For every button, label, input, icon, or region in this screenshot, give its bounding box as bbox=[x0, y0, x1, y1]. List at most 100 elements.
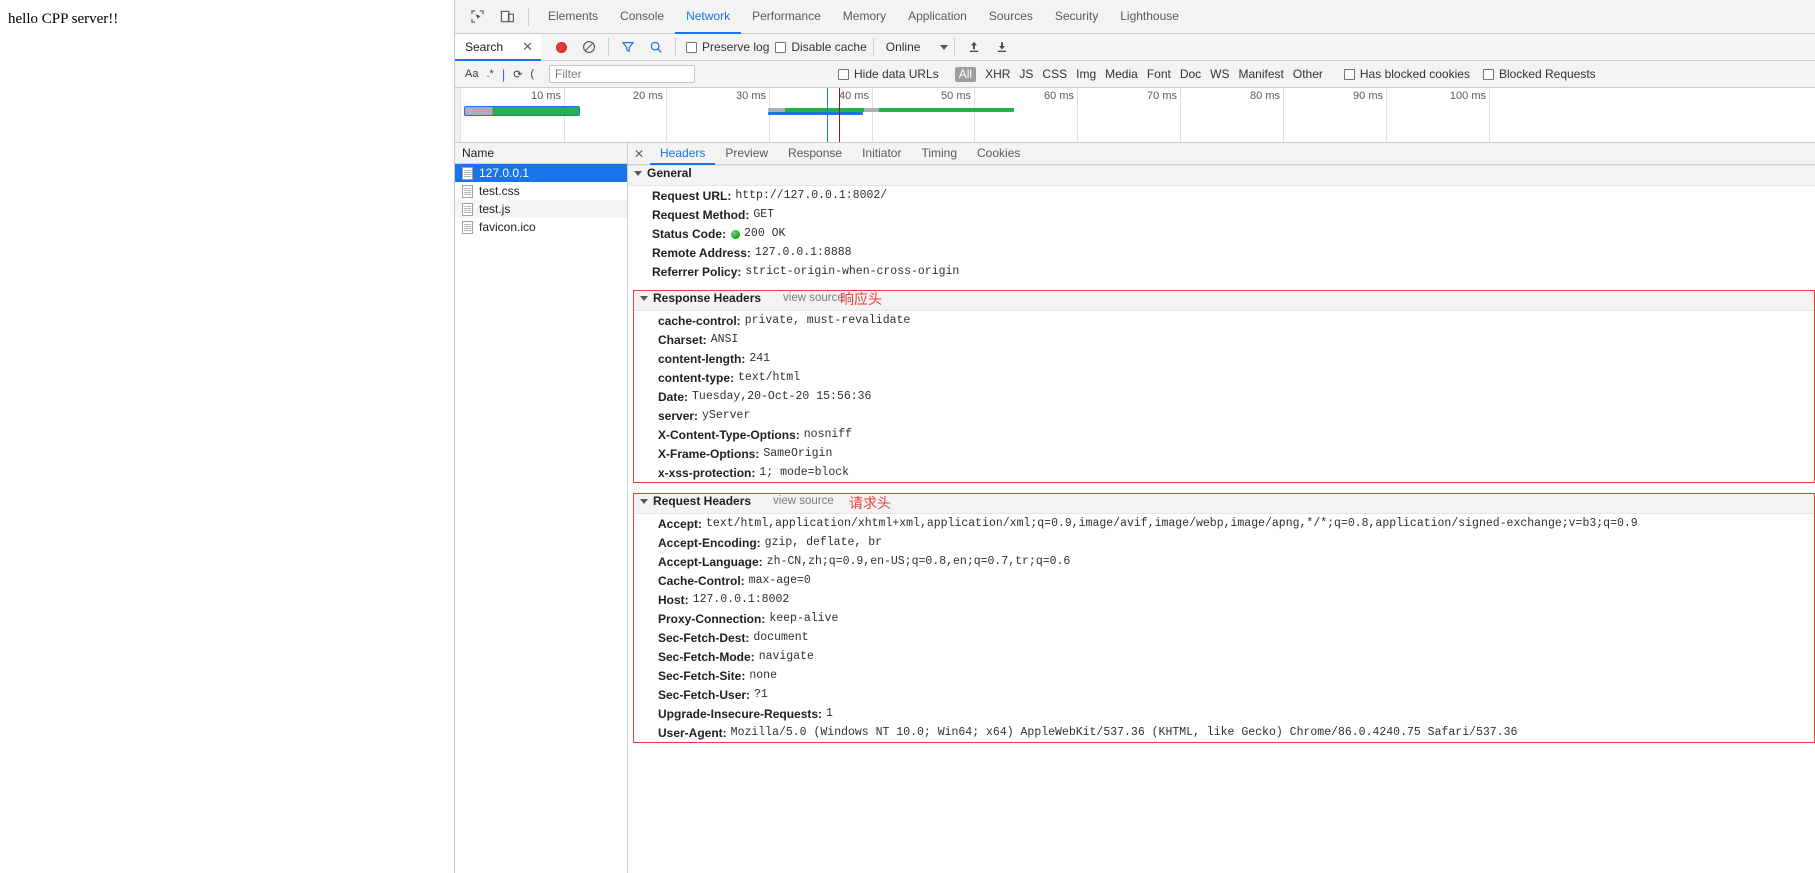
filter-type-font[interactable]: Font bbox=[1147, 67, 1171, 81]
tab-headers[interactable]: Headers bbox=[650, 143, 716, 165]
header-row: cache-control: private, must-revalidate bbox=[634, 311, 1814, 330]
view-source-link[interactable]: view source bbox=[783, 292, 844, 304]
match-case-icon[interactable]: Aa bbox=[465, 68, 478, 80]
filter-type-img[interactable]: Img bbox=[1076, 67, 1096, 81]
header-key: Cache-Control: bbox=[658, 573, 745, 588]
table-row[interactable]: favicon.ico bbox=[455, 218, 627, 236]
filter-type-all[interactable]: All bbox=[954, 66, 977, 82]
hide-data-urls-checkbox[interactable]: Hide data URLs bbox=[838, 67, 939, 81]
section-response-headers-title[interactable]: Response Headers view source 响应头 bbox=[634, 291, 1814, 311]
hide-data-urls-label: Hide data URLs bbox=[854, 67, 939, 81]
checkbox-box bbox=[1343, 68, 1355, 80]
inspect-element-icon[interactable] bbox=[464, 4, 490, 30]
header-key: Sec-Fetch-Mode: bbox=[658, 649, 755, 664]
table-row[interactable]: test.js bbox=[455, 200, 627, 218]
view-source-link[interactable]: view source bbox=[773, 495, 834, 507]
network-overview[interactable]: 10 ms 20 ms 30 ms 40 ms 50 ms 60 ms 70 m… bbox=[455, 88, 1815, 143]
section-request-headers-title[interactable]: Request Headers view source 请求头 bbox=[634, 494, 1814, 514]
filter-type-other[interactable]: Other bbox=[1293, 67, 1323, 81]
header-value[interactable]: http://127.0.0.1:8002/ bbox=[735, 189, 887, 202]
clear-button[interactable] bbox=[576, 34, 602, 60]
section-general-title[interactable]: General bbox=[628, 165, 1815, 186]
section-request-headers: Request Headers view source 请求头 Accept: … bbox=[633, 493, 1815, 743]
refresh-icon[interactable]: ⟳ bbox=[513, 68, 522, 81]
header-value: 1 bbox=[826, 707, 833, 720]
header-key: Accept-Encoding: bbox=[658, 535, 761, 550]
toolbar-divider-3 bbox=[675, 38, 676, 56]
tab-application[interactable]: Application bbox=[897, 0, 978, 34]
header-key: Accept-Language: bbox=[658, 554, 763, 569]
tab-timing[interactable]: Timing bbox=[911, 143, 967, 165]
header-row: User-Agent: Mozilla/5.0 (Windows NT 10.0… bbox=[634, 723, 1814, 742]
header-key: Proxy-Connection: bbox=[658, 611, 766, 626]
filter-type-xhr[interactable]: XHR bbox=[985, 67, 1010, 81]
tab-sources[interactable]: Sources bbox=[978, 0, 1044, 34]
tab-preview[interactable]: Preview bbox=[715, 143, 778, 165]
has-blocked-cookies-checkbox[interactable]: Has blocked cookies bbox=[1343, 67, 1470, 81]
request-name: favicon.ico bbox=[479, 220, 536, 234]
filter-type-doc[interactable]: Doc bbox=[1180, 67, 1201, 81]
header-key: User-Agent: bbox=[658, 725, 727, 740]
filter-type-manifest[interactable]: Manifest bbox=[1239, 67, 1284, 81]
header-value: text/html,application/xhtml+xml,applicat… bbox=[706, 517, 1638, 530]
blocked-requests-checkbox[interactable]: Blocked Requests bbox=[1482, 67, 1596, 81]
tab-performance[interactable]: Performance bbox=[741, 0, 832, 34]
header-value: 200 OK bbox=[744, 227, 786, 240]
filter-type-media[interactable]: Media bbox=[1105, 67, 1138, 81]
header-key: Sec-Fetch-User: bbox=[658, 687, 751, 702]
header-value: gzip, deflate, br bbox=[764, 536, 882, 549]
close-detail-icon[interactable]: ✕ bbox=[628, 143, 650, 164]
filter-type-css[interactable]: CSS bbox=[1042, 67, 1067, 81]
stylesheet-icon bbox=[462, 184, 473, 198]
export-har-button[interactable] bbox=[989, 34, 1015, 60]
overview-canvas[interactable]: 10 ms 20 ms 30 ms 40 ms 50 ms 60 ms 70 m… bbox=[461, 88, 1815, 142]
throttling-dropdown[interactable]: Online bbox=[886, 40, 949, 54]
overview-tick-label: 50 ms bbox=[941, 90, 971, 102]
document-icon bbox=[462, 166, 473, 180]
web-page-viewport: hello CPP server!! bbox=[0, 0, 455, 873]
header-value: Mozilla/5.0 (Windows NT 10.0; Win64; x64… bbox=[730, 726, 1518, 739]
device-toolbar-icon[interactable] bbox=[494, 4, 520, 30]
checkbox-box bbox=[838, 68, 849, 80]
annotation-response-headers: 响应头 bbox=[840, 292, 882, 308]
more-icon[interactable]: ( bbox=[530, 68, 534, 80]
toolbar-divider-5 bbox=[954, 38, 956, 56]
import-har-button[interactable] bbox=[961, 34, 987, 60]
filter-input[interactable]: Filter bbox=[549, 65, 695, 83]
table-row[interactable]: 127.0.0.1 bbox=[455, 164, 627, 182]
header-value: GET bbox=[753, 208, 775, 221]
header-row: Remote Address: 127.0.0.1:8888 bbox=[628, 243, 1815, 262]
filter-type-ws[interactable]: WS bbox=[1210, 67, 1229, 81]
tab-response[interactable]: Response bbox=[778, 143, 852, 165]
filter-type-js[interactable]: JS bbox=[1019, 67, 1033, 81]
tab-security[interactable]: Security bbox=[1044, 0, 1109, 34]
header-key: content-length: bbox=[658, 351, 746, 366]
section-title-label: General bbox=[647, 166, 692, 180]
tab-memory[interactable]: Memory bbox=[832, 0, 897, 34]
header-key: Status Code: bbox=[652, 226, 727, 241]
filter-icon[interactable] bbox=[615, 34, 641, 60]
table-row[interactable]: test.css bbox=[455, 182, 627, 200]
tab-cookies[interactable]: Cookies bbox=[967, 143, 1030, 165]
tab-lighthouse[interactable]: Lighthouse bbox=[1109, 0, 1190, 34]
header-key: Charset: bbox=[658, 332, 707, 347]
preserve-log-label: Preserve log bbox=[702, 40, 770, 54]
close-icon[interactable]: ✕ bbox=[522, 40, 533, 53]
header-key: Request Method: bbox=[652, 207, 750, 222]
request-list-header[interactable]: Name bbox=[455, 143, 627, 164]
overview-tick-label: 30 ms bbox=[736, 90, 766, 102]
tab-network[interactable]: Network bbox=[675, 0, 742, 34]
tab-initiator[interactable]: Initiator bbox=[852, 143, 911, 165]
disable-cache-checkbox[interactable]: Disable cache bbox=[775, 40, 867, 54]
preserve-log-checkbox[interactable]: Preserve log bbox=[686, 40, 769, 54]
toolbar-divider bbox=[528, 7, 529, 26]
header-value: ?1 bbox=[754, 688, 768, 701]
regex-icon[interactable]: .* bbox=[486, 68, 493, 80]
search-icon[interactable] bbox=[643, 34, 669, 60]
search-drawer-tab[interactable]: Search ✕ bbox=[455, 34, 541, 61]
tab-console[interactable]: Console bbox=[609, 0, 675, 34]
header-value: SameOrigin bbox=[763, 447, 833, 460]
record-button[interactable] bbox=[548, 34, 574, 60]
tab-elements[interactable]: Elements bbox=[537, 0, 609, 34]
overview-tick-label: 90 ms bbox=[1353, 90, 1383, 102]
